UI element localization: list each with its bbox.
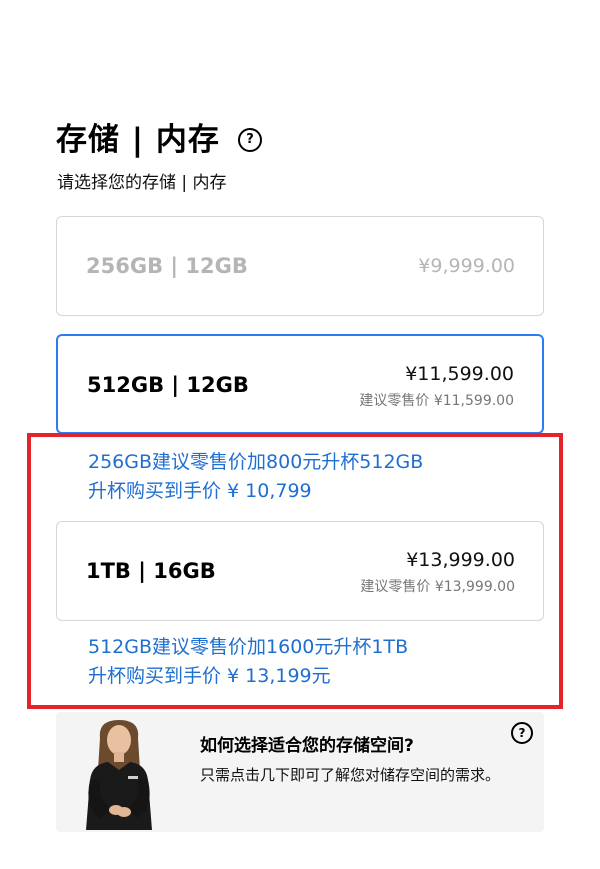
option-label: 512GB | 12GB	[87, 373, 249, 397]
promo-512-line-1: 256GB建议零售价加800元升杯512GB	[88, 451, 424, 473]
presenter-avatar	[86, 720, 152, 830]
help-icon[interactable]: ?	[238, 128, 262, 152]
option-label: 1TB | 16GB	[86, 559, 216, 583]
option-512gb-12gb[interactable]: 512GB | 12GB ¥11,599.00 建议零售价 ¥11,599.00	[56, 334, 544, 434]
helper-help-icon[interactable]: ?	[511, 722, 533, 744]
option-msrp: 建议零售价 ¥11,599.00	[359, 393, 514, 409]
promo-1tb-line-2: 升杯购买到手价 ¥ 13,199元	[88, 665, 331, 687]
option-1tb-16gb[interactable]: 1TB | 16GB ¥13,999.00 建议零售价 ¥13,999.00	[56, 521, 544, 621]
option-price: ¥11,599.00	[405, 363, 514, 385]
option-price: ¥9,999.00	[418, 255, 515, 277]
promo-512-line-2: 升杯购买到手价 ¥ 10,799	[88, 480, 312, 502]
option-msrp: 建议零售价 ¥13,999.00	[360, 579, 515, 595]
helper-description: 只需点击几下即可了解您对储存空间的需求。	[200, 766, 501, 784]
option-256gb-12gb: 256GB | 12GB ¥9,999.00	[56, 216, 544, 316]
storage-helper-panel[interactable]: 如何选择适合您的存储空间? 只需点击几下即可了解您对储存空间的需求。 ?	[56, 712, 544, 832]
promo-1tb-line-1: 512GB建议零售价加1600元升杯1TB	[88, 636, 409, 658]
page-title: 存储 | 内存	[56, 122, 220, 158]
option-label: 256GB | 12GB	[86, 254, 248, 278]
helper-title: 如何选择适合您的存储空间?	[200, 736, 414, 756]
page-subtitle: 请选择您的存储 | 内存	[57, 173, 227, 193]
option-price: ¥13,999.00	[406, 549, 515, 571]
